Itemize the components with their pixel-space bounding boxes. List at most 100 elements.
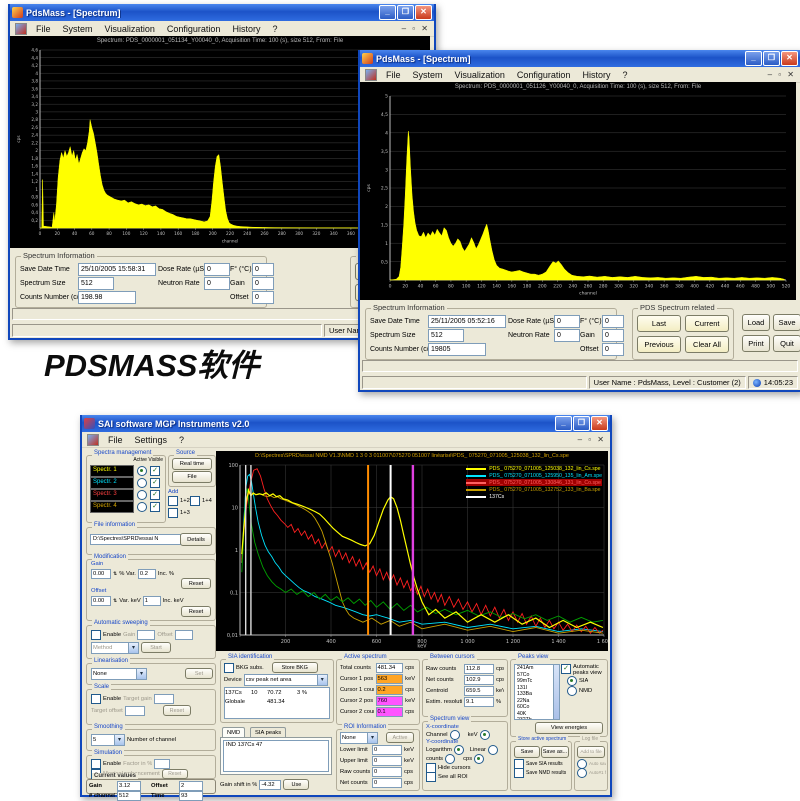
save-button[interactable]: Save bbox=[773, 314, 800, 331]
active-radio[interactable] bbox=[137, 478, 147, 488]
real-time-button[interactable]: Real time bbox=[172, 458, 212, 470]
maximize-button[interactable]: ❐ bbox=[397, 5, 414, 20]
field-value[interactable]: 0 bbox=[252, 291, 274, 304]
x-option-radio-kev[interactable] bbox=[480, 730, 490, 740]
field-value[interactable]: 0 bbox=[252, 263, 274, 276]
visible-checkbox[interactable]: ✓ bbox=[150, 490, 160, 500]
file-button[interactable]: File bbox=[172, 471, 212, 483]
menu-item-settings[interactable]: Settings bbox=[129, 434, 174, 446]
checkbox-see-all-roi[interactable] bbox=[426, 772, 436, 782]
offset-reset-button[interactable]: Reset bbox=[181, 606, 211, 617]
value-field[interactable]: 0 bbox=[372, 778, 402, 788]
menu-item-system[interactable]: System bbox=[407, 69, 449, 81]
value-field[interactable]: 481.34 bbox=[376, 663, 404, 673]
store-bkg-button[interactable]: Store BKG bbox=[272, 662, 318, 673]
active-radio[interactable] bbox=[137, 502, 147, 512]
minimize-button[interactable]: _ bbox=[379, 5, 396, 20]
view-energies-button[interactable]: View energies bbox=[535, 722, 603, 734]
value-field[interactable]: 112.8 bbox=[464, 664, 494, 674]
menu-item-visualization[interactable]: Visualization bbox=[99, 23, 161, 35]
maximize-button[interactable]: ❐ bbox=[573, 416, 590, 431]
minimize-button[interactable]: _ bbox=[555, 416, 572, 431]
menu-item-history[interactable]: History bbox=[576, 69, 616, 81]
visible-checkbox[interactable]: ✓ bbox=[150, 478, 160, 488]
menu-item-configuration[interactable]: Configuration bbox=[161, 23, 227, 35]
legend-entry[interactable]: PDS_ 075270_071005_125038_132_lin_Cs.spe bbox=[466, 465, 602, 472]
field-value[interactable]: 198.98 bbox=[78, 291, 136, 304]
field-value[interactable]: 0 bbox=[602, 343, 624, 356]
sweep-gain-field[interactable] bbox=[137, 630, 155, 640]
gain-reset-button[interactable]: Reset bbox=[181, 578, 211, 589]
mode-radio-nmd[interactable] bbox=[567, 686, 577, 696]
field-value[interactable]: 0 bbox=[204, 277, 230, 290]
value-field[interactable]: 0.2 bbox=[376, 685, 404, 695]
visible-checkbox[interactable]: ✓ bbox=[150, 466, 160, 476]
sweep-offset-field[interactable] bbox=[175, 630, 193, 640]
value-field[interactable]: 102.9 bbox=[464, 675, 494, 685]
mdi-window-controls[interactable]: ‒ ▫ ✕ bbox=[768, 70, 800, 79]
last-button[interactable]: Last bbox=[637, 315, 681, 332]
field-value[interactable]: 0 bbox=[252, 277, 274, 290]
roi-select[interactable]: None bbox=[340, 732, 378, 744]
close-button[interactable]: ✕ bbox=[415, 5, 432, 20]
legend-entry[interactable]: 137Cs bbox=[466, 493, 602, 500]
file-path-field[interactable]: D:\Spectres\SPRD\essai N bbox=[90, 534, 181, 545]
menu-item-?[interactable]: ? bbox=[173, 434, 190, 446]
roi-active-button[interactable]: Active bbox=[386, 732, 414, 743]
sweeping-enable-checkbox[interactable] bbox=[91, 630, 101, 640]
active-radio[interactable] bbox=[137, 490, 147, 500]
menu-item-file[interactable]: File bbox=[380, 69, 407, 81]
visible-checkbox[interactable]: ✓ bbox=[150, 502, 160, 512]
target-gain-field[interactable] bbox=[154, 694, 174, 704]
field-value[interactable]: 25/10/2005 15:58:31 bbox=[78, 263, 156, 276]
bkg-subs-checkbox[interactable] bbox=[224, 663, 234, 673]
quit-button[interactable]: Quit bbox=[773, 335, 800, 352]
spinner-arrows-icon[interactable]: ⇅ bbox=[113, 598, 117, 604]
menu-item-file[interactable]: File bbox=[102, 434, 129, 446]
value-field[interactable]: 0 bbox=[372, 767, 402, 777]
mdi-window-controls[interactable]: ‒ ▫ ✕ bbox=[402, 24, 434, 33]
sweep-method-select[interactable]: Method bbox=[91, 642, 139, 654]
titlebar[interactable]: SAI software MGP Instruments v2.0 _ ❐ ✕ bbox=[82, 415, 610, 432]
target-offset-field[interactable] bbox=[125, 706, 145, 716]
legend-entry[interactable]: PDS_ 075270_071005_125950_135_lin_Am.spe bbox=[466, 472, 602, 479]
field-value[interactable]: 0 bbox=[602, 329, 624, 342]
current-button[interactable]: Current bbox=[685, 315, 729, 332]
scale-enable-checkbox[interactable] bbox=[91, 694, 101, 704]
value-field[interactable]: 0 bbox=[372, 745, 402, 755]
offset-inc-field[interactable]: 1 bbox=[143, 596, 161, 606]
add-checkbox-1plus2[interactable] bbox=[168, 496, 178, 506]
field-value[interactable]: 512 bbox=[428, 329, 464, 342]
field-value[interactable]: 0 bbox=[554, 329, 580, 342]
load-button[interactable]: Load bbox=[742, 314, 770, 331]
x-option-radio-channel[interactable] bbox=[450, 730, 460, 740]
field-value[interactable]: 19805 bbox=[428, 343, 486, 356]
checkbox-save-nmd-results[interactable] bbox=[514, 768, 524, 778]
y-option-radio-linear[interactable] bbox=[488, 745, 498, 755]
simulation-enable-checkbox[interactable] bbox=[91, 759, 101, 769]
close-button[interactable]: ✕ bbox=[591, 416, 608, 431]
menu-item-visualization[interactable]: Visualization bbox=[449, 69, 511, 81]
linearisation-select[interactable]: None bbox=[91, 668, 147, 680]
field-value[interactable]: 25/11/2005 05:52:16 bbox=[428, 315, 506, 328]
minimize-button[interactable]: _ bbox=[745, 51, 762, 66]
add-checkbox-1plus3[interactable] bbox=[168, 508, 178, 518]
sweep-start-button[interactable]: Start bbox=[141, 642, 171, 653]
automatic-peaks-view-checkbox[interactable]: ✓ bbox=[561, 664, 571, 674]
value-field[interactable]: 0 bbox=[372, 756, 402, 766]
count-option-radio-counts[interactable] bbox=[445, 754, 455, 764]
titlebar[interactable]: PdsMass - [Spectrum] _ ❐ ✕ bbox=[10, 4, 434, 21]
listbox-scrollbar[interactable] bbox=[553, 665, 559, 719]
save-as-button[interactable]: Save as... bbox=[541, 746, 569, 758]
gain-inc-field[interactable]: 0.2 bbox=[138, 569, 156, 579]
field-value[interactable]: 0 bbox=[602, 315, 624, 328]
legend-entry[interactable]: PDS_ 075270_071005_132752_133_lin_Ba.spe bbox=[466, 486, 602, 493]
titlebar[interactable]: PdsMass - [Spectrum] _ ❐ ✕ bbox=[360, 50, 800, 67]
value-field[interactable]: 760 bbox=[376, 696, 404, 706]
value-field[interactable]: 563 bbox=[376, 674, 404, 684]
gain-shift-field[interactable]: -4.32 bbox=[259, 780, 281, 790]
y-option-radio-logarithm[interactable] bbox=[454, 745, 464, 755]
scale-reset-button[interactable]: Reset bbox=[163, 705, 191, 716]
mdi-window-controls[interactable]: ‒ ▫ ✕ bbox=[578, 435, 610, 444]
linearisation-set-button[interactable]: Set bbox=[185, 668, 213, 679]
